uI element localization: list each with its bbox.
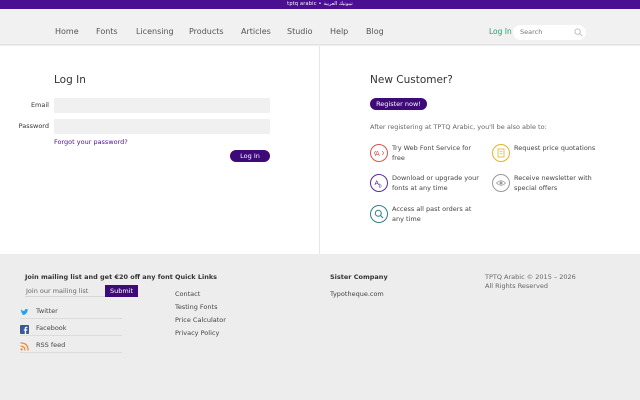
footer: Join mailing list and get €20 off any fo… [0,254,640,400]
nav-fonts[interactable]: Fonts [96,9,118,45]
typotheque-link[interactable]: Typotheque.com [330,290,384,298]
benefit-text: Access all past orders at any time [392,205,472,223]
benefit-text: Receive newsletter with special offers [514,174,592,192]
login-title: Log In [54,74,86,86]
rights-reserved: All Rights Reserved [485,282,548,290]
search-icon[interactable] [574,28,583,37]
email-label: Email [30,101,49,109]
mailing-list-heading: Join mailing list and get €20 off any fo… [25,273,173,281]
social-twitter[interactable]: Twitter [20,306,122,319]
nav-licensing[interactable]: Licensing [136,9,174,45]
forgot-password-link[interactable]: Forgot your password? [54,138,128,146]
column-divider [319,46,320,254]
footer-link-testing-fonts[interactable]: Testing Fonts [175,303,217,311]
eye-icon [492,174,510,192]
social-label: RSS feed [36,341,66,349]
login-button[interactable]: Log In [230,150,270,162]
social-label: Facebook [36,324,67,332]
top-banner[interactable]: tptq arabic • تيبوتيك العربية [0,0,640,9]
download-icon: Ab [370,174,388,192]
footer-link-privacy-policy[interactable]: Privacy Policy [175,329,219,337]
quotation-icon [492,144,510,162]
main-nav: Home Fonts Licensing Products Articles S… [0,9,640,45]
social-label: Twitter [36,307,58,315]
nav-help[interactable]: Help [330,9,348,45]
benefit-text: Try Web Font Service for free [392,144,472,162]
nav-studio[interactable]: Studio [287,9,312,45]
nav-articles[interactable]: Articles [241,9,271,45]
footer-link-price-calculator[interactable]: Price Calculator [175,316,226,324]
nav-blog[interactable]: Blog [366,9,384,45]
register-benefits-intro: After registering at TPTQ Arabic, you'll… [370,123,547,131]
social-facebook[interactable]: Facebook [20,323,122,336]
search-input[interactable]: Search [513,25,586,40]
register-button[interactable]: Register now! [370,98,427,110]
web-font-icon: A [370,144,388,162]
main-content: Log In Email Password Forgot your passwo… [0,46,640,254]
svg-text:b: b [379,184,382,189]
mailing-list-input[interactable]: Join our mailing list [25,285,105,297]
search-orders-icon [370,205,388,223]
quick-links-heading: Quick Links [175,273,218,281]
copyright: TPTQ Arabic © 2015 – 2026 [485,273,576,281]
mailing-submit-button[interactable]: Submit [105,285,138,297]
search-placeholder: Search [520,28,543,36]
benefit-text: Download or upgrade your fonts at any ti… [392,174,479,192]
email-field[interactable] [54,98,270,113]
sister-company-heading: Sister Company [330,273,388,281]
benefit-text: Request price quotations [514,144,596,152]
footer-link-contact[interactable]: Contact [175,290,200,298]
nav-home[interactable]: Home [55,9,79,45]
new-customer-title: New Customer? [370,74,453,86]
rss-icon [20,342,29,351]
password-field[interactable] [54,119,270,134]
nav-products[interactable]: Products [189,9,224,45]
social-rss[interactable]: RSS feed [20,340,122,353]
facebook-icon [20,325,29,334]
password-label: Password [18,122,49,130]
twitter-icon [20,308,29,316]
